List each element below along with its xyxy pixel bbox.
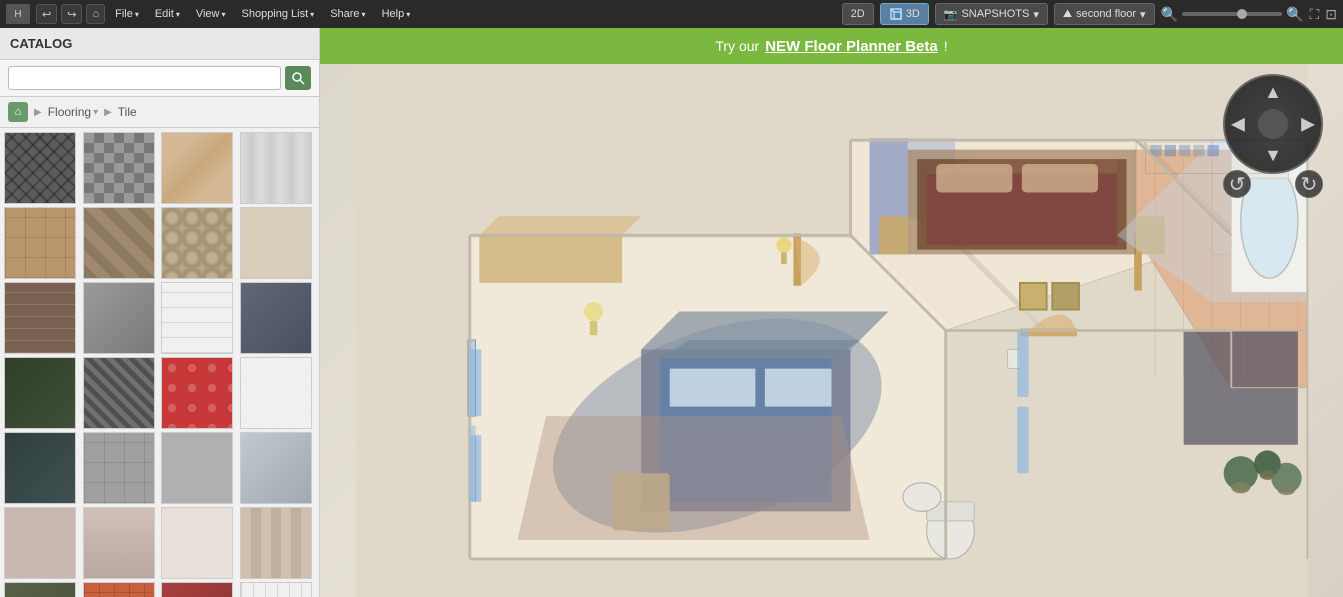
catalog-tile-6[interactable] [83, 207, 155, 279]
nav-right-button[interactable]: ▶ [1301, 114, 1315, 135]
catalog-tile-5[interactable] [4, 207, 76, 279]
2d-view-button[interactable]: 2D [842, 3, 874, 25]
zoom-out-icon[interactable]: 🔍 [1161, 6, 1178, 23]
breadcrumb-separator-1: ▶ [34, 107, 42, 118]
help-menu-arrow: ▾ [406, 10, 410, 19]
catalog-tile-21[interactable] [4, 507, 76, 579]
snapshots-button[interactable]: 📷 SNAPSHOTS ▾ [935, 3, 1048, 25]
snapshots-arrow: ▾ [1033, 8, 1039, 21]
promo-text: Try our [715, 38, 759, 54]
breadcrumb-home-button[interactable]: ⌂ [8, 102, 28, 122]
catalog-tile-17[interactable] [4, 432, 76, 504]
catalog-tile-1[interactable] [4, 132, 76, 204]
zoom-slider[interactable] [1182, 12, 1282, 16]
flooring-dropdown-arrow: ▾ [93, 107, 98, 118]
catalog-tile-18[interactable] [83, 432, 155, 504]
catalog-tile-25[interactable] [4, 582, 76, 597]
floor-selector-arrow: ▾ [1140, 8, 1146, 21]
shopping-list-menu-arrow: ▾ [310, 10, 314, 19]
catalog-tile-15[interactable] [161, 357, 233, 429]
catalog-tile-23[interactable] [161, 507, 233, 579]
app-logo: H [6, 4, 30, 24]
file-menu[interactable]: File ▾ [109, 0, 145, 28]
catalog-tile-14[interactable] [83, 357, 155, 429]
file-menu-arrow: ▾ [135, 10, 139, 19]
catalog-tile-4[interactable] [240, 132, 312, 204]
catalog-tile-12[interactable] [240, 282, 312, 354]
catalog-title: CATALOG [0, 28, 319, 60]
promo-punctuation: ! [944, 38, 948, 54]
viewport[interactable]: Try our NEW Floor Planner Beta ! [320, 28, 1343, 597]
promo-link[interactable]: NEW Floor Planner Beta [765, 38, 938, 55]
floor-selector[interactable]: ⛰ second floor ▾ [1054, 3, 1155, 25]
redo-button[interactable]: ↪ [61, 4, 82, 24]
catalog-tile-28[interactable] [240, 582, 312, 597]
edit-menu[interactable]: Edit ▾ [149, 0, 186, 28]
3d-view-button[interactable]: 3D [880, 3, 929, 25]
zoom-control[interactable]: 🔍 🔍 [1161, 6, 1304, 23]
nav-up-button[interactable]: ▲ [1264, 82, 1282, 103]
nav-center [1258, 109, 1288, 139]
top-menu-bar: H ↩ ↪ ⌂ File ▾ Edit ▾ View ▾ Shopping Li… [0, 0, 1343, 28]
main-area: CATALOG ⌂ ▶ Flooring ▾ ▶ Tile [0, 28, 1343, 597]
floor-plan-svg [320, 64, 1343, 597]
undo-button[interactable]: ↩ [36, 4, 57, 24]
nav-down-button[interactable]: ▼ [1264, 145, 1282, 166]
search-bar [0, 60, 319, 97]
floor-canvas[interactable] [320, 64, 1343, 597]
nav-left-button[interactable]: ◀ [1231, 114, 1245, 135]
catalog-panel: CATALOG ⌂ ▶ Flooring ▾ ▶ Tile [0, 28, 320, 597]
edit-menu-arrow: ▾ [176, 10, 180, 19]
view-menu-arrow: ▾ [221, 10, 225, 19]
catalog-tile-24[interactable] [240, 507, 312, 579]
floor-icon: ⛰ [1063, 8, 1072, 21]
promo-banner: Try our NEW Floor Planner Beta ! [320, 28, 1343, 64]
catalog-tile-26[interactable] [83, 582, 155, 597]
catalog-tile-16[interactable] [240, 357, 312, 429]
catalog-tile-9[interactable] [4, 282, 76, 354]
breadcrumb-flooring[interactable]: Flooring ▾ [48, 105, 98, 119]
shopping-list-menu[interactable]: Shopping List ▾ [236, 0, 321, 28]
breadcrumb: ⌂ ▶ Flooring ▾ ▶ Tile [0, 97, 319, 128]
catalog-tile-11[interactable] [161, 282, 233, 354]
view-menu[interactable]: View ▾ [190, 0, 232, 28]
search-input[interactable] [8, 66, 281, 90]
catalog-tile-13[interactable] [4, 357, 76, 429]
catalog-tile-10[interactable] [83, 282, 155, 354]
catalog-tile-27[interactable] [161, 582, 233, 597]
nav-ring: ▲ ▼ ◀ ▶ [1223, 74, 1323, 174]
breadcrumb-tile[interactable]: Tile [118, 105, 137, 119]
minimize-button[interactable]: ⊡ [1325, 6, 1337, 23]
zoom-thumb [1237, 9, 1247, 19]
top-bar-right: 2D 3D 📷 SNAPSHOTS ▾ ⛰ second floor ▾ 🔍 🔍… [842, 3, 1337, 25]
catalog-tile-2[interactable] [83, 132, 155, 204]
rotate-right-button[interactable]: ↻ [1295, 170, 1323, 198]
share-menu-arrow: ▾ [362, 10, 366, 19]
camera-icon: 📷 [944, 8, 958, 21]
catalog-grid [0, 128, 319, 597]
catalog-tile-22[interactable] [83, 507, 155, 579]
home-button[interactable]: ⌂ [86, 4, 105, 24]
catalog-tile-3[interactable] [161, 132, 233, 204]
catalog-tile-7[interactable] [161, 207, 233, 279]
share-menu[interactable]: Share ▾ [324, 0, 371, 28]
catalog-tile-20[interactable] [240, 432, 312, 504]
catalog-tile-8[interactable] [240, 207, 312, 279]
3d-icon [889, 7, 903, 21]
fullscreen-button[interactable]: ⛶ [1309, 6, 1319, 23]
zoom-in-icon[interactable]: 🔍 [1286, 6, 1303, 23]
rotate-left-button[interactable]: ↺ [1223, 170, 1251, 198]
help-menu[interactable]: Help ▾ [376, 0, 417, 28]
search-button[interactable] [285, 66, 311, 90]
catalog-tile-19[interactable] [161, 432, 233, 504]
navigation-controls: ▲ ▼ ◀ ▶ ↺ ↻ [1223, 74, 1323, 174]
breadcrumb-separator-2: ▶ [104, 107, 112, 118]
search-icon [291, 71, 305, 85]
